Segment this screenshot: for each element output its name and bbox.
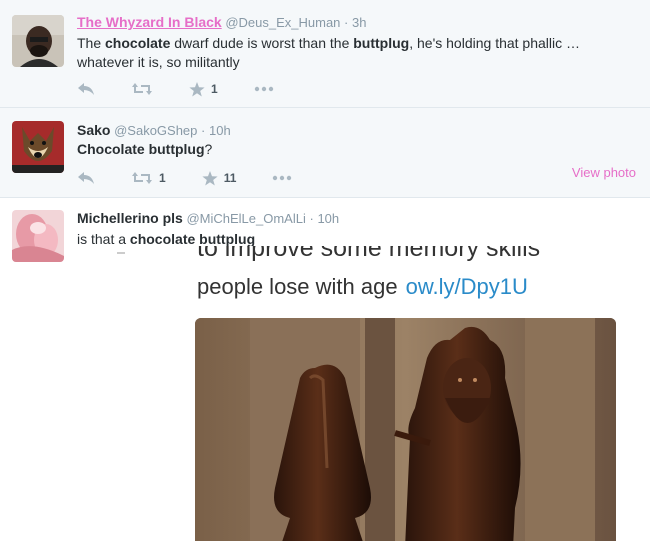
favorite-button[interactable]: 1 xyxy=(189,81,218,97)
more-button[interactable] xyxy=(272,175,292,181)
favorite-button[interactable]: 11 xyxy=(202,170,237,186)
text-bold: buttplug xyxy=(353,35,410,51)
retweet-icon xyxy=(131,82,153,96)
text-segment: ? xyxy=(204,141,213,157)
user-fullname[interactable]: Michellerino pls xyxy=(77,210,183,226)
text-bold: chocolate xyxy=(105,35,171,51)
text-bold: Chocolate buttplug xyxy=(77,141,205,157)
timestamp[interactable]: 10h xyxy=(209,123,231,138)
favorite-icon xyxy=(189,81,205,97)
tweet-text: The chocolate dwarf dude is worst than t… xyxy=(77,34,580,72)
favorite-count: 1 xyxy=(211,82,218,96)
text-segment: The xyxy=(77,35,106,51)
user-fullname[interactable]: The Whyzard In Black xyxy=(77,14,222,30)
avatar[interactable] xyxy=(12,121,64,173)
embed-link[interactable]: ow.ly/Dpy1U xyxy=(406,274,528,299)
text-segment: whatever it is, so militantly xyxy=(77,54,240,70)
timestamp[interactable]: 10h xyxy=(317,211,339,226)
separator: · xyxy=(344,15,349,30)
tweet[interactable]: The Whyzard In Black @Deus_Ex_Human · 3h… xyxy=(0,0,650,108)
separator: · xyxy=(201,123,206,138)
reply-button[interactable] xyxy=(77,82,95,96)
user-handle[interactable]: @SakoGShep xyxy=(114,123,197,138)
view-photo-link[interactable]: View photo xyxy=(572,165,636,180)
tweet-actions: 1 xyxy=(77,80,310,98)
tweet-header: The Whyzard In Black @Deus_Ex_Human · 3h xyxy=(77,14,366,30)
reply-button[interactable] xyxy=(77,171,95,185)
embed-text: people lose with age xyxy=(197,274,398,299)
favorite-icon xyxy=(202,170,218,186)
retweet-button[interactable]: 1 xyxy=(131,171,166,185)
tweet-actions: 1 11 xyxy=(77,169,328,187)
text-bold: chocolate buttplug xyxy=(129,231,256,247)
embed-text-line1: to improve some memory skills xyxy=(197,246,541,262)
retweet-button[interactable] xyxy=(131,82,153,96)
embed-text-line2: people lose with age ow.ly/Dpy1U xyxy=(197,274,528,300)
tweet-header: Michellerino pls @MiChElLe_OmAlLi · 10h xyxy=(77,210,339,226)
avatar[interactable] xyxy=(12,15,64,67)
tweet-header: Sako @SakoGShep · 10h xyxy=(77,122,231,138)
text-segment: , he's holding that phallic … xyxy=(409,35,581,51)
reply-icon xyxy=(77,82,95,96)
more-button[interactable] xyxy=(254,86,274,92)
user-handle[interactable]: @MiChElLe_OmAlLi xyxy=(186,211,305,226)
tweet[interactable]: Michellerino pls @MiChElLe_OmAlLi · 10h … xyxy=(0,198,650,541)
text-segment: dwarf dude is worst than the xyxy=(170,35,354,51)
text-segment: is that a xyxy=(77,231,130,247)
retweet-count: 1 xyxy=(159,171,166,185)
tweet[interactable]: Sako @SakoGShep · 10h Chocolate buttplug… xyxy=(0,108,650,198)
user-fullname[interactable]: Sako xyxy=(77,122,110,138)
user-handle[interactable]: @Deus_Ex_Human xyxy=(225,15,340,30)
tweet-text: Chocolate buttplug? xyxy=(77,140,212,159)
retweet-icon xyxy=(131,171,153,185)
reply-icon xyxy=(77,171,95,185)
avatar[interactable] xyxy=(12,210,64,262)
embed-artifact xyxy=(117,252,125,254)
timestamp[interactable]: 3h xyxy=(352,15,366,30)
more-icon xyxy=(254,86,274,92)
embedded-tweet-screenshot[interactable]: to improve some memory skills people los… xyxy=(77,246,650,541)
more-icon xyxy=(272,175,292,181)
favorite-count: 11 xyxy=(223,171,237,185)
separator: · xyxy=(309,211,314,226)
chocolate-photo[interactable] xyxy=(195,318,616,541)
